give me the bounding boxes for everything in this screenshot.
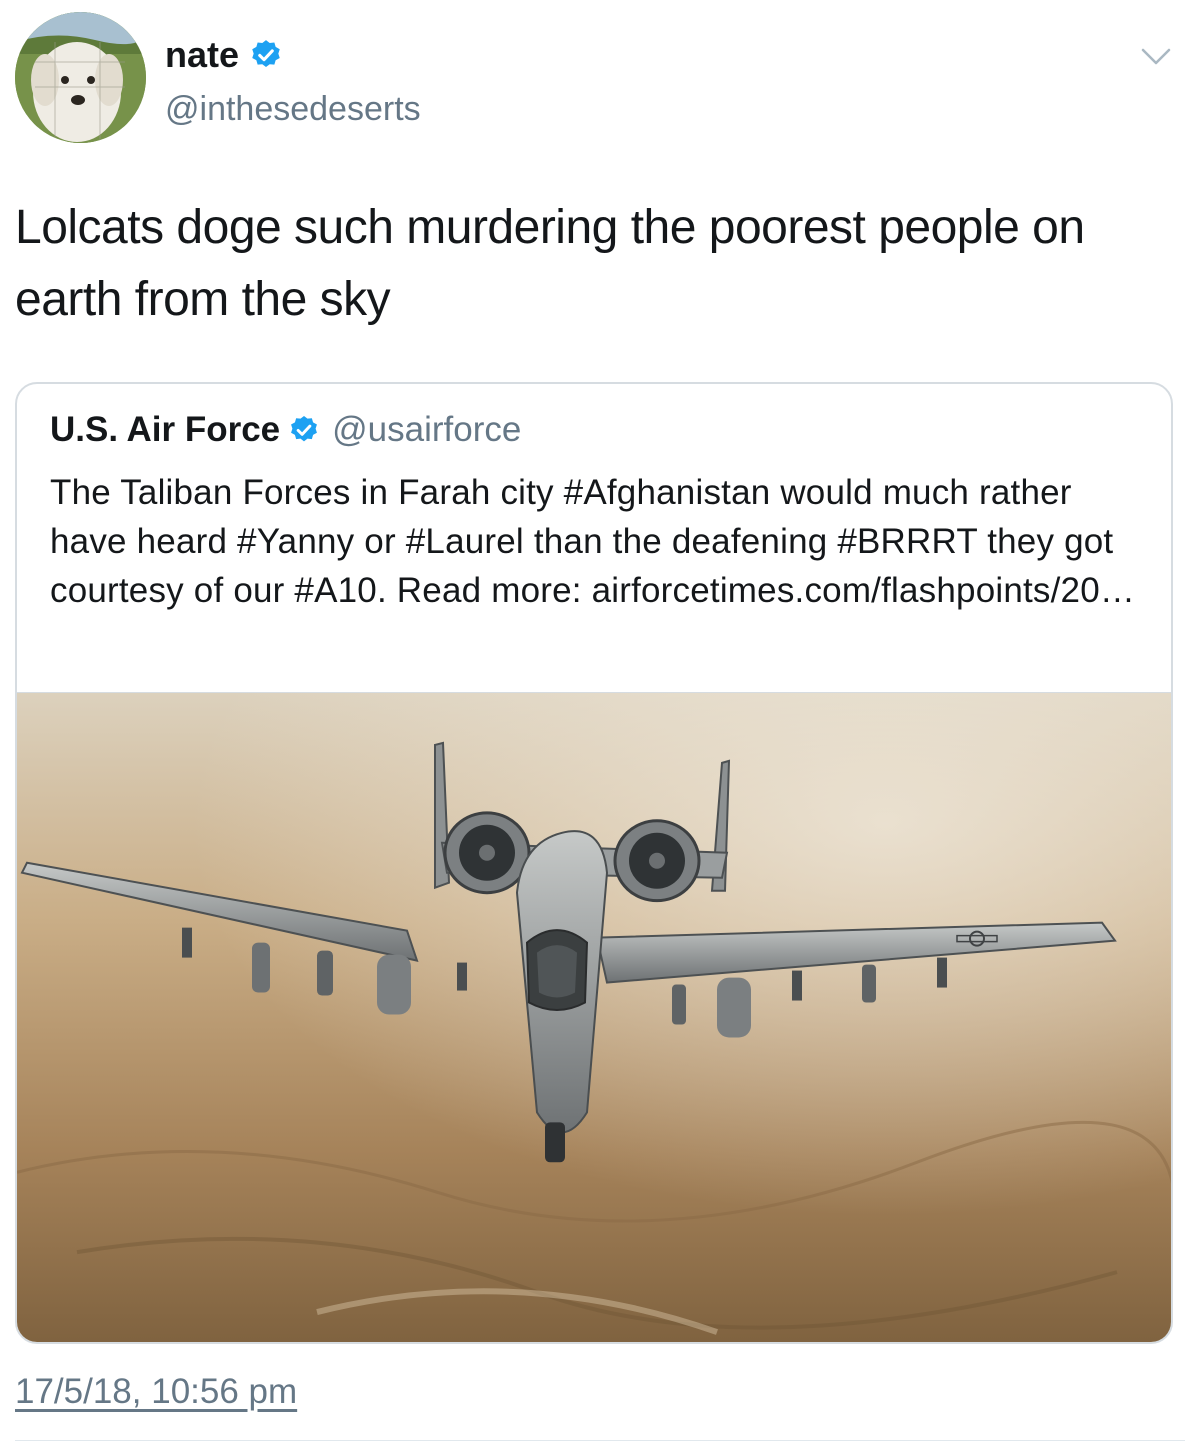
quoted-author-display-name: U.S. Air Force (50, 410, 281, 449)
quoted-tweet-text: The Taliban Forces in Farah city #Afghan… (50, 473, 1136, 610)
quoted-tweet-header: U.S. Air Force @usairforce (50, 410, 521, 450)
dog-avatar-image (15, 12, 146, 143)
tweet-timestamp[interactable]: 17/5/18, 10:56 pm (15, 1372, 297, 1412)
verified-badge-icon (291, 416, 318, 442)
verified-badge-icon (252, 40, 280, 68)
author-display-name[interactable]: nate (165, 34, 239, 76)
quoted-tweet-media[interactable] (17, 692, 1171, 1342)
a10-aircraft-photo (17, 693, 1171, 1342)
tweet-text: Lolcats doge such murdering the poorest … (15, 201, 1085, 326)
avatar[interactable] (15, 12, 146, 143)
tweet-header: nate @inthesedeserts (15, 12, 1182, 147)
author-handle[interactable]: @inthesedeserts (165, 90, 421, 129)
quoted-author-handle: @usairforce (332, 410, 522, 449)
divider (15, 1440, 1185, 1441)
quoted-tweet-card[interactable]: U.S. Air Force @usairforce The Taliban F… (15, 382, 1173, 1344)
author-name-row[interactable]: nate (165, 34, 283, 76)
chevron-down-icon[interactable] (1140, 46, 1172, 68)
